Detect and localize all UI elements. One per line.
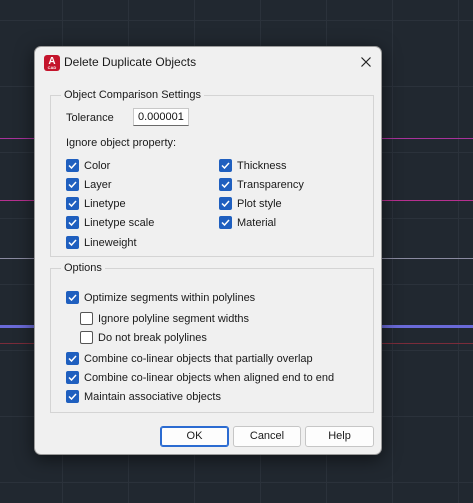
linetype-checkbox-label: Linetype	[84, 197, 126, 210]
color-checkbox[interactable]: Color	[66, 159, 110, 172]
plot-style-checkbox-label: Plot style	[237, 197, 282, 210]
autocad-app-icon: A CAD	[44, 55, 60, 71]
app-icon-sub: CAD	[47, 65, 57, 70]
checkmark-icon	[66, 216, 79, 229]
optimize-segments-label: Optimize segments within polylines	[84, 291, 256, 304]
checkmark-icon	[66, 197, 79, 210]
material-checkbox[interactable]: Material	[219, 216, 276, 229]
lineweight-checkbox-label: Lineweight	[84, 236, 137, 249]
optimize-segments-checkbox[interactable]: Optimize segments within polylines	[66, 291, 255, 304]
unchecked-box-icon	[80, 312, 93, 325]
ignore-object-property-label: Ignore object property:	[66, 137, 177, 149]
ignore-polyline-widths-checkbox[interactable]: Ignore polyline segment widths	[80, 312, 249, 325]
checkmark-icon	[66, 178, 79, 191]
maintain-associative-label: Maintain associative objects	[84, 390, 221, 403]
plot-style-checkbox[interactable]: Plot style	[219, 197, 282, 210]
checkmark-icon	[66, 390, 79, 403]
checkmark-icon	[219, 216, 232, 229]
checkmark-icon	[219, 159, 232, 172]
options-label: Options	[61, 262, 105, 275]
unchecked-box-icon	[80, 331, 93, 344]
color-checkbox-label: Color	[84, 159, 111, 172]
layer-checkbox[interactable]: Layer	[66, 178, 112, 191]
thickness-checkbox[interactable]: Thickness	[219, 159, 287, 172]
material-checkbox-label: Material	[237, 216, 277, 229]
do-not-break-polylines-label: Do not break polylines	[98, 331, 207, 344]
transparency-checkbox-label: Transparency	[237, 178, 304, 191]
ok-button[interactable]: OK	[160, 426, 229, 447]
checkmark-icon	[66, 236, 79, 249]
combine-partially-overlap-label: Combine co-linear objects that partially…	[84, 352, 313, 365]
help-button[interactable]: Help	[305, 426, 374, 447]
lineweight-checkbox[interactable]: Lineweight	[66, 236, 137, 249]
close-button[interactable]	[351, 47, 381, 77]
linetype-scale-checkbox-label: Linetype scale	[84, 216, 155, 229]
combine-partially-overlap-checkbox[interactable]: Combine co-linear objects that partially…	[66, 352, 313, 365]
layer-checkbox-label: Layer	[84, 178, 112, 191]
object-comparison-settings-label: Object Comparison Settings	[61, 89, 204, 102]
tolerance-label: Tolerance	[66, 112, 114, 124]
linetype-checkbox[interactable]: Linetype	[66, 197, 126, 210]
combine-end-to-end-label: Combine co-linear objects when aligned e…	[84, 371, 335, 384]
dialog-title: Delete Duplicate Objects	[64, 55, 197, 69]
checkmark-icon	[219, 178, 232, 191]
checkmark-icon	[66, 371, 79, 384]
transparency-checkbox[interactable]: Transparency	[219, 178, 304, 191]
checkmark-icon	[219, 197, 232, 210]
checkmark-icon	[66, 159, 79, 172]
delete-duplicate-objects-dialog: A CAD Delete Duplicate Objects Object Co…	[34, 46, 382, 455]
close-icon	[361, 57, 371, 67]
maintain-associative-checkbox[interactable]: Maintain associative objects	[66, 390, 221, 403]
combine-end-to-end-checkbox[interactable]: Combine co-linear objects when aligned e…	[66, 371, 334, 384]
cancel-button[interactable]: Cancel	[233, 426, 301, 447]
do-not-break-polylines-checkbox[interactable]: Do not break polylines	[80, 331, 207, 344]
dialog-titlebar: A CAD Delete Duplicate Objects	[35, 47, 381, 77]
tolerance-input[interactable]	[133, 108, 189, 126]
checkmark-icon	[66, 291, 79, 304]
thickness-checkbox-label: Thickness	[237, 159, 287, 172]
ignore-polyline-widths-label: Ignore polyline segment widths	[98, 312, 250, 325]
checkmark-icon	[66, 352, 79, 365]
linetype-scale-checkbox[interactable]: Linetype scale	[66, 216, 154, 229]
